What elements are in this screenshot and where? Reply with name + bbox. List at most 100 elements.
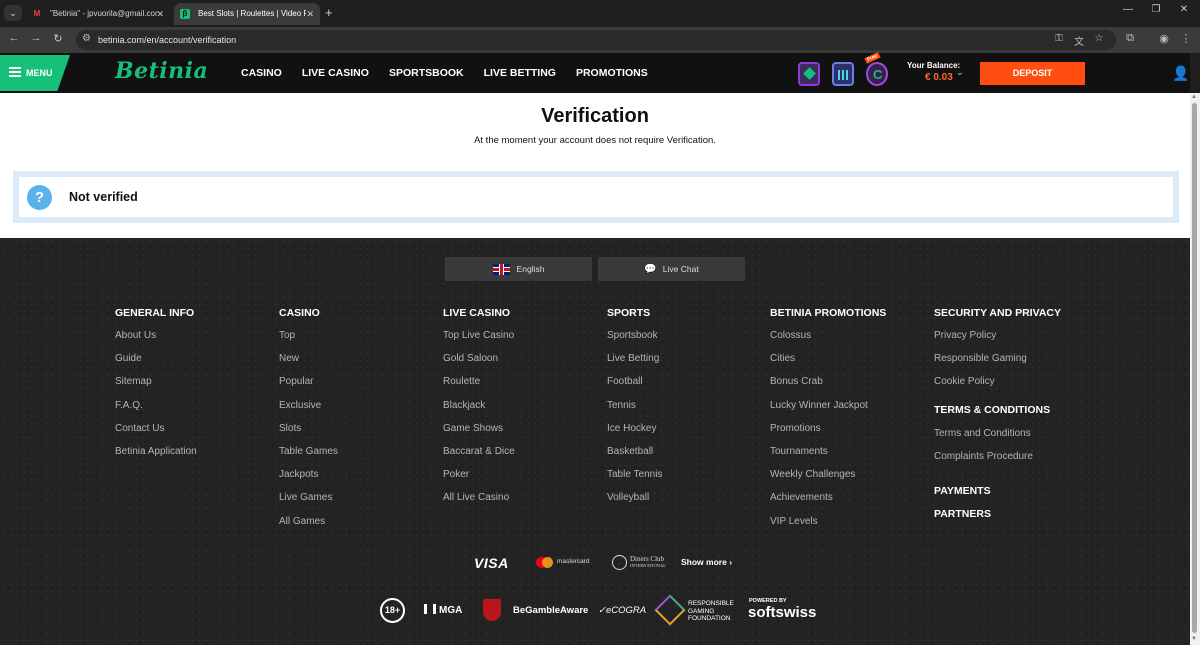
show-more-link[interactable]: Show more › (681, 557, 732, 567)
footer-link[interactable]: Basketball (607, 446, 662, 469)
footer-link[interactable]: Terms and Conditions (934, 428, 1061, 451)
browser-tab-gmail[interactable]: M "Betinia" - jpvuorila@gmail.com ✕ (26, 3, 170, 25)
footer-link[interactable]: Slots (279, 423, 338, 446)
new-tab-icon[interactable]: + (325, 5, 333, 21)
footer-link[interactable]: Table Games (279, 446, 338, 469)
footer-link[interactable]: Achievements (770, 492, 886, 515)
diners-text: Diners Club (630, 555, 665, 563)
footer-link[interactable]: Live Betting (607, 353, 662, 376)
menu-button[interactable]: MENU (0, 55, 70, 91)
softswiss-logo[interactable]: softswiss (748, 604, 816, 621)
footer-heading-terms[interactable]: TERMS & CONDITIONS (934, 404, 1061, 428)
footer-link[interactable]: Complaints Procedure (934, 451, 1061, 474)
responsible-gaming-foundation-logo[interactable]: RESPONSIBLE GAMING FOUNDATION (688, 600, 734, 623)
nav-casino[interactable]: CASINO (241, 53, 282, 93)
deposit-button[interactable]: DEPOSIT (980, 62, 1085, 85)
footer-link[interactable]: Promotions (770, 423, 886, 446)
footer-link[interactable]: About Us (115, 330, 197, 353)
scrollbar[interactable]: ▲ ▼ (1190, 93, 1200, 645)
back-icon[interactable]: ← (6, 32, 22, 44)
chevron-down-icon[interactable]: ⌄ (956, 67, 964, 78)
forward-icon[interactable]: → (28, 32, 44, 44)
footer-link[interactable]: Tournaments (770, 446, 886, 469)
reload-icon[interactable]: ↻ (50, 32, 66, 45)
translate-icon[interactable]: 文 (1072, 33, 1086, 48)
footer-link[interactable]: Sitemap (115, 376, 197, 399)
footer-link[interactable]: Blackjack (443, 400, 515, 423)
footer-link[interactable]: Sportsbook (607, 330, 662, 353)
footer-link[interactable]: Top Live Casino (443, 330, 515, 353)
browser-tab-betinia[interactable]: β Best Slots | Roulettes | Video Po ✕ (174, 3, 320, 25)
footer-heading-payments[interactable]: PAYMENTS (934, 485, 1061, 508)
footer-link[interactable]: Contact Us (115, 423, 197, 446)
promo-free-spin-icon[interactable]: C (866, 62, 888, 86)
footer-link[interactable]: Cities (770, 353, 886, 376)
footer-link[interactable]: Popular (279, 376, 338, 399)
footer-link[interactable]: Gold Saloon (443, 353, 515, 376)
footer-link[interactable]: New (279, 353, 338, 376)
language-button[interactable]: English (445, 257, 592, 281)
footer-heading: GENERAL INFO (115, 307, 195, 319)
password-key-icon[interactable]: ⚿ (1052, 33, 1066, 44)
profile-icon[interactable]: ◉ (1156, 32, 1172, 45)
nav-live-betting[interactable]: LIVE BETTING (484, 53, 556, 93)
footer-link[interactable]: Football (607, 376, 662, 399)
scroll-down-icon[interactable]: ▼ (1191, 636, 1197, 642)
site-info-icon[interactable]: ⚙ (82, 33, 91, 44)
begambleaware-logo[interactable]: BeGambleAware (513, 605, 588, 616)
close-tab-icon[interactable]: ✕ (156, 3, 164, 25)
extensions-icon[interactable]: ⧉ (1122, 32, 1138, 45)
footer-link[interactable]: Volleyball (607, 492, 662, 515)
user-account-icon[interactable]: 👤 (1172, 65, 1189, 82)
footer-link[interactable]: Live Games (279, 492, 338, 515)
footer-col-casino: CASINO Top New Popular Exclusive Slots T… (279, 307, 338, 539)
restore-icon[interactable]: ❐ (1146, 4, 1166, 15)
spelinspektionen-shield-icon[interactable] (483, 599, 501, 621)
footer-link[interactable]: Betinia Application (115, 446, 197, 469)
footer-link[interactable]: Game Shows (443, 423, 515, 446)
mga-logo[interactable]: MGA (424, 604, 462, 616)
footer-link[interactable]: F.A.Q. (115, 400, 197, 423)
promo-badge-icon[interactable] (798, 62, 820, 86)
nav-sportsbook[interactable]: SPORTSBOOK (389, 53, 464, 93)
footer-link[interactable]: Jackpots (279, 469, 338, 492)
close-tab-icon[interactable]: ✕ (306, 3, 314, 25)
footer-link[interactable]: Table Tennis (607, 469, 662, 492)
footer-link[interactable]: Ice Hockey (607, 423, 662, 446)
live-chat-button[interactable]: 💬 Live Chat (598, 257, 745, 281)
footer-link[interactable]: All Live Casino (443, 492, 515, 515)
footer-link[interactable]: Weekly Challenges (770, 469, 886, 492)
footer-heading-partners[interactable]: PARTNERS (934, 508, 1061, 531)
close-window-icon[interactable]: ✕ (1174, 4, 1194, 15)
footer-link[interactable]: Responsible Gaming (934, 353, 1061, 376)
minimize-icon[interactable]: — (1118, 4, 1138, 15)
footer-link[interactable]: Baccarat & Dice (443, 446, 515, 469)
scrollbar-thumb[interactable] (1192, 103, 1197, 633)
address-bar[interactable]: ⚙ betinia.com/en/account/verification ⚿ … (76, 30, 1116, 50)
footer-link[interactable]: All Games (279, 516, 338, 539)
browser-menu-icon[interactable]: ⋮ (1178, 32, 1194, 45)
nav-live-casino[interactable]: LIVE CASINO (302, 53, 369, 93)
betinia-logo[interactable]: Betinia (115, 58, 208, 84)
footer-link[interactable]: Lucky Winner Jackpot (770, 400, 886, 423)
footer-link[interactable]: Exclusive (279, 400, 338, 423)
footer-link[interactable]: Cookie Policy (934, 376, 1061, 399)
footer-link[interactable]: Tennis (607, 400, 662, 423)
bookmark-star-icon[interactable]: ☆ (1092, 33, 1106, 44)
balance-value[interactable]: € 0.03 (925, 72, 953, 83)
tab-title: "Betinia" - jpvuorila@gmail.com (50, 9, 158, 18)
promo-city-icon[interactable] (832, 62, 854, 86)
footer-link[interactable]: Poker (443, 469, 515, 492)
ecogra-logo[interactable]: ✓eCOGRA (598, 605, 646, 616)
tab-search-icon[interactable]: ⌄ (4, 5, 22, 21)
footer-link[interactable]: Colossus (770, 330, 886, 353)
scroll-up-icon[interactable]: ▲ (1191, 94, 1197, 100)
footer-link[interactable]: Top (279, 330, 338, 353)
footer-link[interactable]: Privacy Policy (934, 330, 1061, 353)
gmail-icon: M (33, 9, 41, 18)
footer-link[interactable]: VIP Levels (770, 516, 886, 539)
nav-promotions[interactable]: PROMOTIONS (576, 53, 648, 93)
footer-link[interactable]: Bonus Crab (770, 376, 886, 399)
footer-link[interactable]: Roulette (443, 376, 515, 399)
footer-link[interactable]: Guide (115, 353, 197, 376)
